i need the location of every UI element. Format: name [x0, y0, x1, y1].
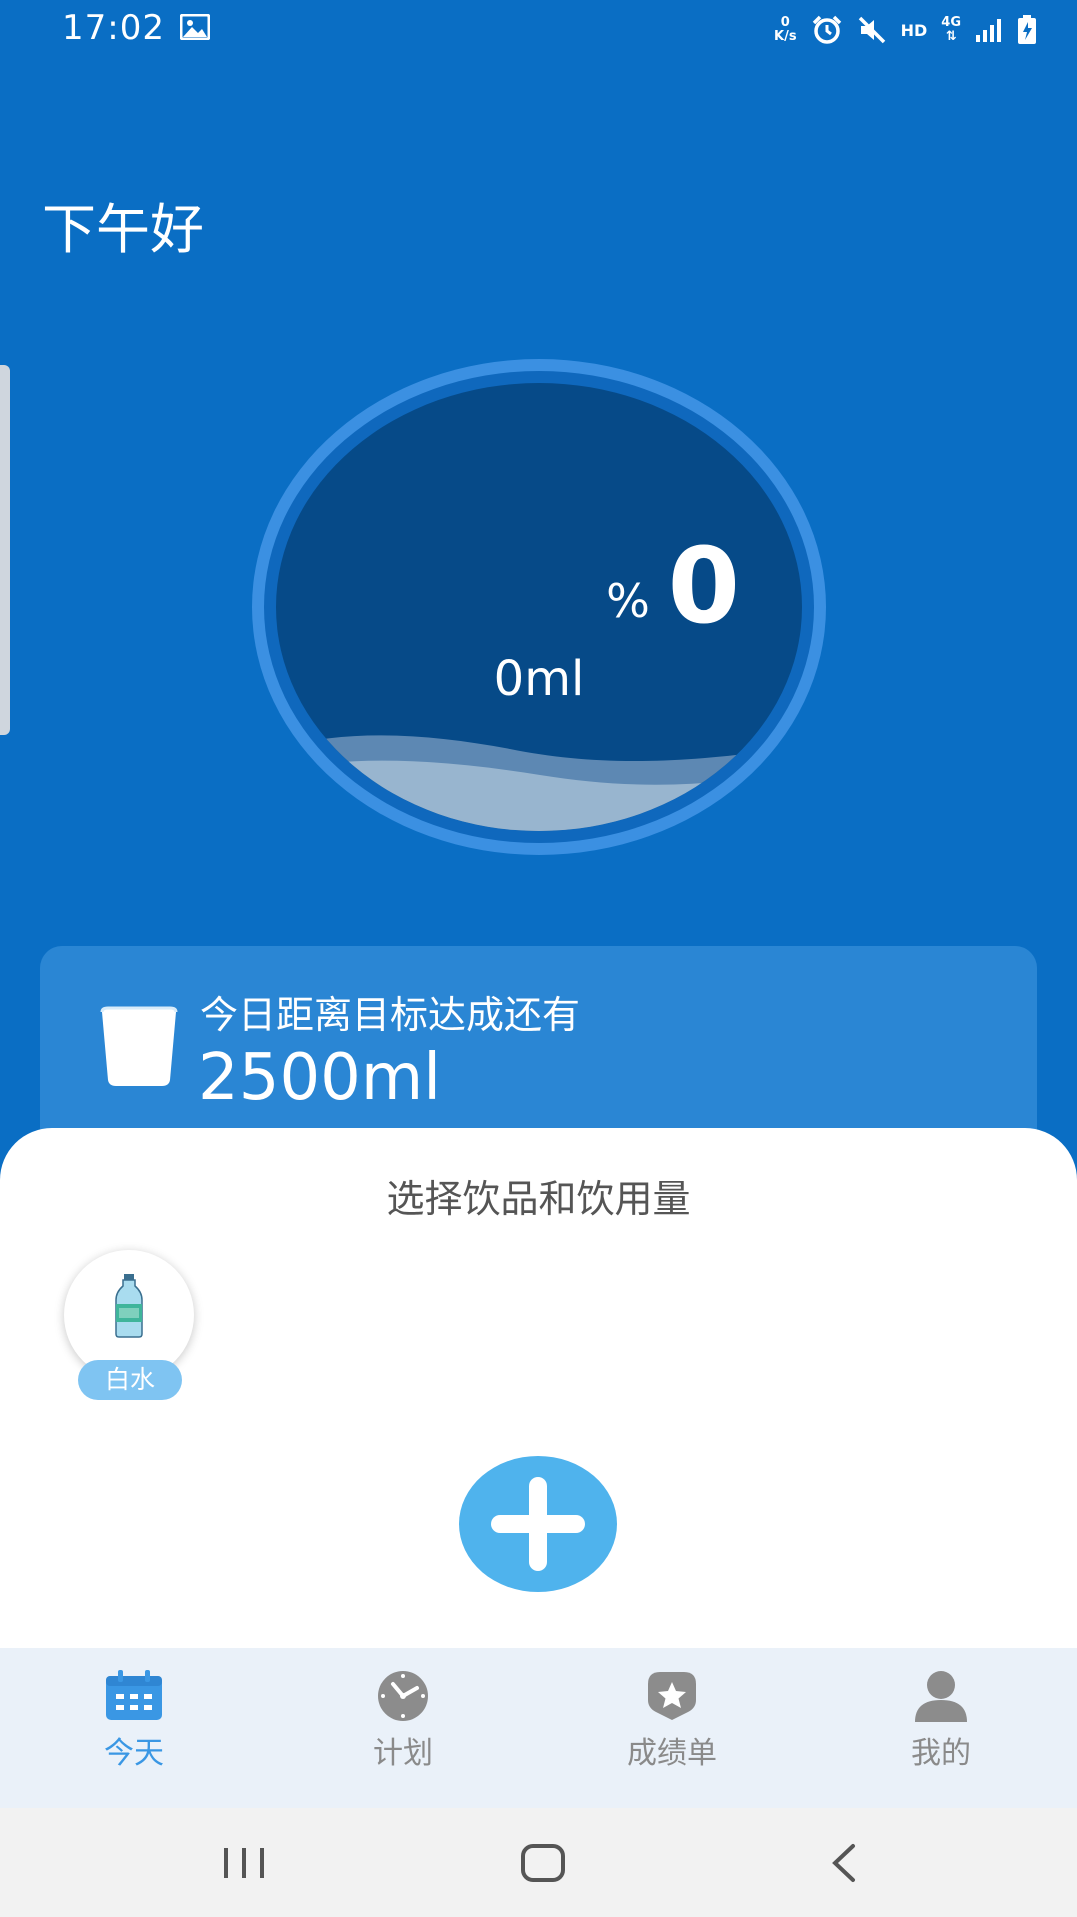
- water-bottle-icon: [115, 1274, 143, 1338]
- water-progress-gauge: 0 % 0ml: [250, 357, 828, 857]
- tab-plan-label: 计划: [373, 1736, 433, 1771]
- edge-panel-handle[interactable]: [0, 365, 10, 735]
- recents-icon: [224, 1848, 264, 1878]
- sheet-title: 选择饮品和饮用量: [386, 1177, 691, 1221]
- person-icon: [915, 1671, 967, 1722]
- tab-today-label: 今天: [104, 1736, 164, 1771]
- gallery-icon: [179, 13, 211, 41]
- bottom-navigation: 今天 计划 成绩单 我的: [0, 1648, 1077, 1808]
- tab-mine-label: 我的: [911, 1736, 971, 1771]
- network-type: 4G ⇅: [941, 16, 961, 44]
- speed-value: 0: [780, 15, 790, 30]
- recents-button[interactable]: [214, 1838, 274, 1888]
- tab-plan[interactable]: 计划: [303, 1670, 503, 1790]
- drink-option-label: 白水: [78, 1360, 182, 1400]
- drink-option-water[interactable]: 白水: [64, 1250, 200, 1400]
- goal-remaining-value: 2500ml: [198, 1041, 441, 1115]
- badge-star-icon: [648, 1672, 696, 1720]
- network-type-label: 4G: [941, 15, 961, 30]
- status-icons: 0 K/s HD 4G ⇅: [774, 10, 1037, 50]
- back-button[interactable]: [815, 1838, 875, 1888]
- calendar-icon: [106, 1670, 162, 1720]
- signal-icon: [975, 17, 1003, 43]
- add-drink-button[interactable]: [459, 1456, 617, 1592]
- greeting: 下午好: [42, 198, 204, 261]
- water-tracker-screen: 17:02 0 K/s HD 4G ⇅ 下午好 0 % 0ml 今日距离目标达成…: [0, 0, 1077, 1917]
- clock-icon: [378, 1671, 428, 1721]
- goal-label: 今日距离目标达成还有: [200, 993, 581, 1037]
- cup-icon: [100, 1006, 178, 1088]
- status-time: 17:02: [62, 8, 165, 48]
- back-icon: [832, 1844, 855, 1882]
- system-navigation-bar: [0, 1808, 1077, 1917]
- plus-icon: [491, 1477, 585, 1571]
- speed-unit: K/s: [774, 29, 797, 44]
- status-bar: 17:02 0 K/s HD 4G ⇅: [0, 0, 1077, 60]
- alarm-icon: [811, 15, 843, 45]
- tab-report-label: 成绩单: [627, 1736, 717, 1771]
- mute-icon: [857, 15, 887, 45]
- home-icon: [521, 1844, 565, 1882]
- consumed-amount: 0ml: [493, 651, 585, 707]
- tab-mine[interactable]: 我的: [841, 1670, 1041, 1790]
- tab-today[interactable]: 今天: [34, 1670, 234, 1790]
- progress-percent-sign: %: [606, 574, 650, 628]
- drink-selection-sheet: 选择饮品和饮用量 白水: [0, 1128, 1077, 1648]
- tab-report[interactable]: 成绩单: [572, 1670, 772, 1790]
- hd-label: HD: [900, 20, 928, 40]
- network-speed: 0 K/s: [774, 16, 797, 44]
- home-button[interactable]: [513, 1838, 573, 1888]
- battery-charging-icon: [1017, 15, 1037, 45]
- data-arrows-icon: ⇅: [945, 29, 957, 44]
